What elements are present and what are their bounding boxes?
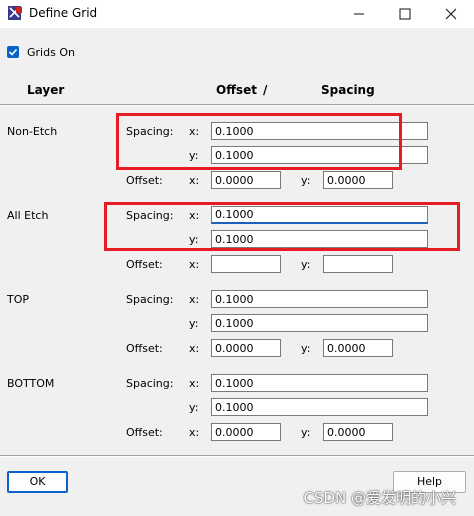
spacing-label: Spacing: (126, 377, 174, 390)
bottom-spacing-x-field[interactable] (211, 374, 428, 392)
title-bar: Define Grid (0, 0, 474, 28)
close-icon (445, 8, 457, 20)
spacing-header: Spacing (321, 83, 375, 97)
non-etch-offset-x-field[interactable] (211, 171, 281, 189)
minimize-button[interactable] (336, 0, 382, 28)
offset-label: Offset: (126, 258, 163, 271)
bottom-offset-x-field[interactable] (211, 423, 281, 441)
y-label: y: (301, 174, 311, 187)
x-label: x: (189, 258, 200, 271)
y-label: y: (301, 258, 311, 271)
layer-header: Layer (27, 83, 65, 97)
x-label: x: (189, 342, 200, 355)
ok-button[interactable]: OK (7, 471, 68, 493)
minimize-icon (354, 13, 364, 15)
non-etch-offset-y-field[interactable] (323, 171, 393, 189)
y-label: y: (189, 401, 199, 414)
x-label: x: (189, 426, 200, 439)
y-label: y: (301, 342, 311, 355)
y-label: y: (189, 317, 199, 330)
highlight-box (116, 113, 402, 170)
grids-on-checkbox[interactable] (7, 46, 19, 58)
window-title: Define Grid (29, 6, 98, 20)
app-icon (7, 5, 23, 21)
x-label: x: (189, 174, 200, 187)
slash-header: / (263, 83, 268, 97)
top-spacing-y-field[interactable] (211, 314, 428, 332)
y-label: y: (301, 426, 311, 439)
grids-on-label: Grids On (27, 46, 75, 59)
maximize-icon (399, 8, 411, 20)
watermark: CSDN @爱发明的小兴 (303, 489, 456, 507)
offset-label: Offset: (126, 174, 163, 187)
offset-header: Offset (216, 83, 257, 97)
close-button[interactable] (428, 0, 474, 28)
top-spacing-x-field[interactable] (211, 290, 428, 308)
x-label: x: (189, 377, 200, 390)
layer-name-all-etch: All Etch (7, 209, 49, 222)
maximize-button[interactable] (382, 0, 428, 28)
all-etch-offset-x-field[interactable] (211, 255, 281, 273)
x-label: x: (189, 293, 200, 306)
header-divider-highlight (0, 105, 474, 106)
spacing-label: Spacing: (126, 293, 174, 306)
top-offset-y-field[interactable] (323, 339, 393, 357)
all-etch-offset-y-field[interactable] (323, 255, 393, 273)
layer-name-non-etch: Non-Etch (7, 125, 58, 138)
top-offset-x-field[interactable] (211, 339, 281, 357)
checkmark-icon (8, 48, 18, 56)
bottom-offset-y-field[interactable] (323, 423, 393, 441)
offset-label: Offset: (126, 426, 163, 439)
bottom-spacing-y-field[interactable] (211, 398, 428, 416)
offset-label: Offset: (126, 342, 163, 355)
footer-divider-highlight (0, 456, 474, 457)
layer-name-top: TOP (7, 293, 30, 306)
layer-name-bottom: BOTTOM (7, 377, 55, 390)
highlight-box (104, 202, 460, 251)
